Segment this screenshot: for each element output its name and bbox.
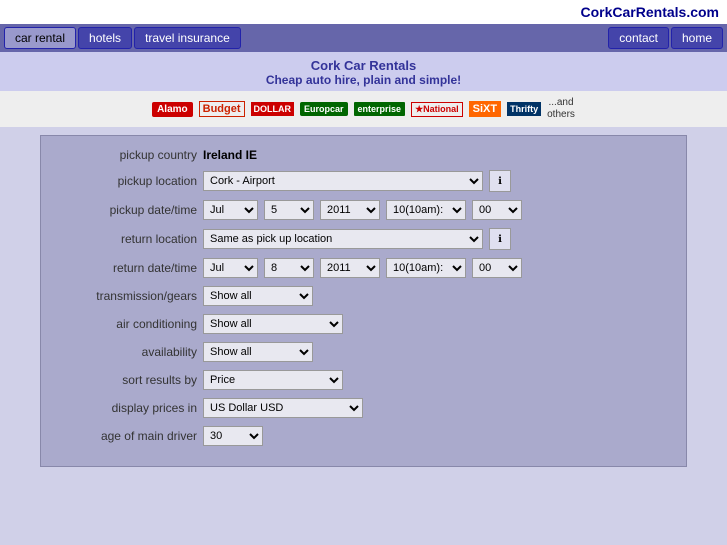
ac-select[interactable]: Show all With AC Without AC: [203, 314, 343, 334]
transmission-label: transmission/gears: [57, 289, 197, 303]
pickup-datetime-label: pickup date/time: [57, 203, 197, 217]
pickup-country-label: pickup country: [57, 148, 197, 162]
domain-text: CorkCarRentals.com: [581, 4, 720, 20]
pickup-min-select[interactable]: 00153045: [472, 200, 522, 220]
return-datetime-label: return date/time: [57, 261, 197, 275]
nav-home[interactable]: home: [671, 27, 723, 49]
logo-sixt: SiXT: [469, 101, 501, 117]
age-row: age of main driver 181920212223242526272…: [57, 426, 670, 446]
return-datetime-row: return date/time JanFebMarAprMayJunJulAu…: [57, 258, 670, 278]
currency-row: display prices in US Dollar USD Euro EUR…: [57, 398, 670, 418]
site-title: Cork Car Rentals: [0, 58, 727, 73]
logo-thrifty: Thrifty: [507, 102, 541, 116]
logo-enterprise: enterprise: [354, 102, 406, 116]
logo-national: ★National: [411, 102, 463, 117]
availability-label: availability: [57, 345, 197, 359]
pickup-location-label: pickup location: [57, 174, 197, 188]
sort-label: sort results by: [57, 373, 197, 387]
currency-select[interactable]: US Dollar USD Euro EUR GBP Sterling: [203, 398, 363, 418]
logo-europcar: Europcar: [300, 102, 348, 116]
return-month-select[interactable]: JanFebMarAprMayJunJulAugSepOctNovDec: [203, 258, 258, 278]
return-location-label: return location: [57, 232, 197, 246]
return-day-select[interactable]: 12345678910: [264, 258, 314, 278]
pickup-month-select[interactable]: JanFebMarAprMayJunJulAugSepOctNovDec: [203, 200, 258, 220]
logos-bar: Alamo Budget DOLLAR Europcar enterprise …: [0, 91, 727, 127]
logo-dollar: DOLLAR: [251, 102, 295, 116]
pickup-location-info-button[interactable]: ℹ: [489, 170, 511, 192]
pickup-country-row: pickup country Ireland IE: [57, 148, 670, 162]
main-form-wrapper: pickup country Ireland IE pickup locatio…: [0, 127, 727, 475]
return-min-select[interactable]: 00153045: [472, 258, 522, 278]
ac-row: air conditioning Show all With AC Withou…: [57, 314, 670, 334]
site-subtitle: Cheap auto hire, plain and simple!: [0, 73, 727, 87]
nav-right: contact home: [608, 27, 723, 49]
nav-bar: car rental hotels travel insurance conta…: [0, 24, 727, 52]
pickup-datetime-row: pickup date/time JanFebMarAprMayJunJulAu…: [57, 200, 670, 220]
pickup-location-select[interactable]: Cork - Airport Cork - City: [203, 171, 483, 191]
pickup-year-select[interactable]: 201120122013: [320, 200, 380, 220]
logo-alamo: Alamo: [152, 102, 193, 117]
age-label: age of main driver: [57, 429, 197, 443]
currency-label: display prices in: [57, 401, 197, 415]
nav-hotels[interactable]: hotels: [78, 27, 132, 49]
main-form: pickup country Ireland IE pickup locatio…: [40, 135, 687, 467]
transmission-select[interactable]: Show all Automatic Manual: [203, 286, 313, 306]
pickup-hour-select[interactable]: 10(10am):: [386, 200, 466, 220]
return-hour-select[interactable]: 10(10am):: [386, 258, 466, 278]
logo-budget: Budget: [199, 101, 245, 117]
availability-select[interactable]: Show all Available On request: [203, 342, 313, 362]
header-section: Cork Car Rentals Cheap auto hire, plain …: [0, 52, 727, 91]
return-year-select[interactable]: 201120122013: [320, 258, 380, 278]
domain-bar: CorkCarRentals.com: [0, 0, 727, 24]
return-location-row: return location Same as pick up location…: [57, 228, 670, 250]
sort-row: sort results by Price Name Category: [57, 370, 670, 390]
nav-car-rental[interactable]: car rental: [4, 27, 76, 49]
pickup-day-select[interactable]: 12345678910: [264, 200, 314, 220]
nav-left: car rental hotels travel insurance: [4, 27, 241, 49]
transmission-row: transmission/gears Show all Automatic Ma…: [57, 286, 670, 306]
availability-row: availability Show all Available On reque…: [57, 342, 670, 362]
return-location-info-button[interactable]: ℹ: [489, 228, 511, 250]
nav-travel-insurance[interactable]: travel insurance: [134, 27, 241, 49]
return-location-select[interactable]: Same as pick up location Cork - Airport …: [203, 229, 483, 249]
pickup-country-value: Ireland IE: [203, 148, 257, 162]
ac-label: air conditioning: [57, 317, 197, 331]
age-select[interactable]: 18192021222324252627282930: [203, 426, 263, 446]
sort-select[interactable]: Price Name Category: [203, 370, 343, 390]
logo-others: ...andothers: [547, 97, 575, 121]
pickup-location-row: pickup location Cork - Airport Cork - Ci…: [57, 170, 670, 192]
nav-contact[interactable]: contact: [608, 27, 669, 49]
